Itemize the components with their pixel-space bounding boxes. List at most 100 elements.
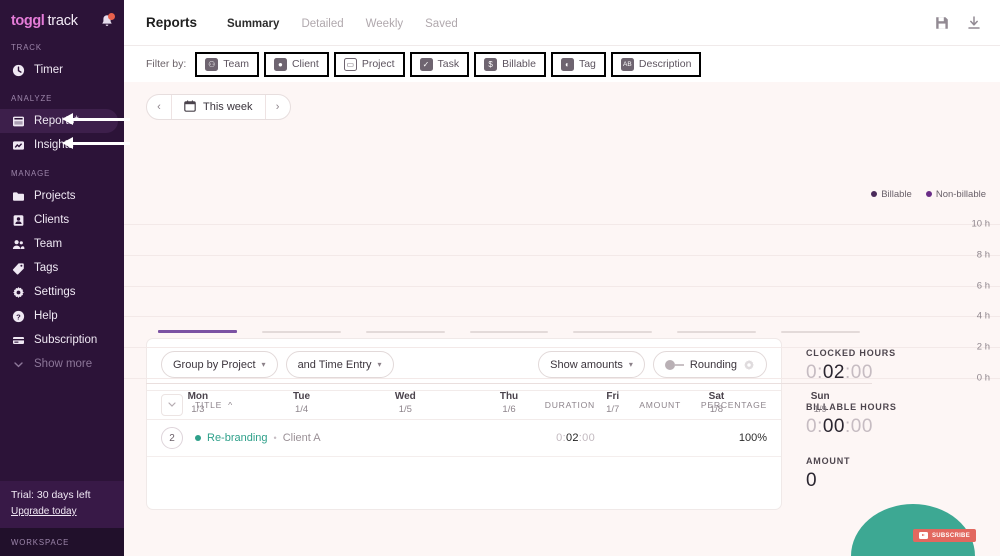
project-color-dot bbox=[195, 435, 201, 441]
sidebar-item-help[interactable]: ? Help bbox=[0, 304, 118, 328]
filter-task-button[interactable]: ✓ Task bbox=[409, 51, 470, 77]
tab-summary[interactable]: Summary bbox=[227, 18, 279, 30]
x-tick-date: 1/7 bbox=[606, 404, 620, 415]
sidebar-item-label: Show more bbox=[34, 358, 93, 370]
filter-description-button[interactable]: AB Description bbox=[610, 51, 702, 77]
gear-icon[interactable] bbox=[743, 359, 755, 371]
filter-label-description: Description bbox=[638, 58, 692, 70]
sidebar-item-clients[interactable]: Clients bbox=[0, 208, 118, 232]
x-axis-tick: Tue 1/4 bbox=[250, 384, 354, 425]
logo-track: track bbox=[47, 13, 78, 29]
sidebar-item-label: Clients bbox=[34, 214, 70, 226]
question-icon: ? bbox=[11, 309, 25, 323]
sidebar-item-projects[interactable]: Projects bbox=[0, 184, 118, 208]
filter-billable-button[interactable]: $ Billable bbox=[474, 51, 546, 77]
chart-bar[interactable] bbox=[262, 331, 341, 333]
sidebar-item-timer[interactable]: Timer bbox=[0, 58, 118, 82]
report-icon bbox=[11, 114, 25, 128]
chart-gridline bbox=[124, 378, 1000, 379]
chart-bar-cell[interactable] bbox=[146, 173, 250, 333]
chevron-down-icon bbox=[11, 357, 25, 371]
sidebar-item-label: Insights bbox=[34, 139, 74, 151]
logo-toggl: toggl bbox=[11, 13, 45, 29]
project-name[interactable]: Re-branding bbox=[207, 432, 268, 444]
entry-count-badge: 2 bbox=[161, 427, 183, 449]
tab-weekly[interactable]: Weekly bbox=[366, 18, 404, 30]
nav-section-analyze: ANALYZE Reports* Insights bbox=[0, 94, 124, 157]
filter-label-billable: Billable bbox=[502, 58, 536, 70]
filter-project-button[interactable]: ▭ Project bbox=[333, 51, 405, 77]
y-axis-tick: 2 h bbox=[976, 341, 990, 353]
sidebar-item-settings[interactable]: Settings bbox=[0, 280, 118, 304]
chart-bar[interactable] bbox=[365, 331, 445, 333]
sidebar-item-label: Subscription bbox=[34, 334, 98, 346]
page-title: Reports bbox=[146, 15, 198, 30]
y-axis-tick: 6 h bbox=[976, 280, 990, 292]
filter-label-project: Project bbox=[361, 58, 395, 70]
filter-label-team: Team bbox=[223, 58, 249, 70]
tab-detailed[interactable]: Detailed bbox=[301, 18, 343, 30]
chart-bar[interactable] bbox=[158, 330, 238, 333]
chart-bar-cell[interactable] bbox=[457, 173, 561, 333]
chart-bar-cell[interactable] bbox=[665, 173, 769, 333]
sidebar-item-tags[interactable]: Tags bbox=[0, 256, 118, 280]
filter-label-client: Client bbox=[291, 58, 319, 70]
x-tick-day: Wed bbox=[394, 391, 416, 402]
youtube-subscribe-button[interactable]: SUBSCRIBE bbox=[912, 529, 976, 542]
next-period-button[interactable]: › bbox=[266, 95, 290, 119]
y-axis-tick: 8 h bbox=[976, 249, 990, 261]
sidebar-item-label: Projects bbox=[34, 190, 76, 202]
filter-team-button[interactable]: ⚇ Team bbox=[195, 51, 259, 77]
date-range-row: ‹ This week › bbox=[124, 82, 1000, 120]
save-icon[interactable] bbox=[934, 15, 950, 31]
x-tick-date: 1/6 bbox=[502, 404, 516, 415]
bell-icon[interactable] bbox=[100, 12, 115, 29]
sidebar-item-insights[interactable]: Insights bbox=[0, 133, 118, 157]
toggl-logo[interactable]: toggl track bbox=[11, 13, 78, 29]
sidebar-item-label: Tags bbox=[34, 262, 59, 274]
download-icon[interactable] bbox=[966, 15, 982, 31]
chart-bar[interactable] bbox=[469, 331, 549, 333]
x-tick-day: Sat bbox=[708, 391, 725, 402]
tag-icon: ◐ bbox=[560, 57, 574, 71]
legend-item-billable: Billable bbox=[871, 189, 912, 200]
x-axis-tick: Sun 1/9 bbox=[768, 384, 872, 425]
chart-bar-cell[interactable] bbox=[561, 173, 665, 333]
y-axis-tick: 0 h bbox=[976, 372, 990, 384]
sidebar-header: toggl track bbox=[0, 0, 124, 29]
tab-saved[interactable]: Saved bbox=[425, 18, 458, 30]
chart-bar[interactable] bbox=[573, 331, 653, 333]
chart-legend: Billable Non-billable bbox=[871, 189, 986, 200]
workspace-footer[interactable]: WORKSPACE bbox=[0, 528, 124, 556]
billable-icon: $ bbox=[484, 57, 498, 71]
folder-icon bbox=[11, 189, 25, 203]
subscribe-label: SUBSCRIBE bbox=[931, 532, 970, 539]
trial-text: Trial: 30 days left bbox=[11, 489, 91, 501]
sidebar-item-team[interactable]: Team bbox=[0, 232, 118, 256]
filter-client-button[interactable]: ● Client bbox=[263, 51, 329, 77]
x-tick-date: 1/9 bbox=[813, 404, 827, 415]
chart-bar-cell[interactable] bbox=[250, 173, 354, 333]
x-tick-day: Fri bbox=[606, 391, 620, 402]
chart-bar-cell[interactable] bbox=[353, 173, 457, 333]
x-axis-tick: Fri 1/7 bbox=[561, 384, 665, 425]
sidebar-item-show-more[interactable]: Show more bbox=[0, 352, 118, 376]
sidebar-item-subscription[interactable]: Subscription bbox=[0, 328, 118, 352]
app-root: toggl track TRACK Timer ANALYZE Reports*… bbox=[0, 0, 1000, 556]
x-tick-day: Mon bbox=[187, 391, 209, 402]
prev-period-button[interactable]: ‹ bbox=[147, 95, 171, 119]
x-tick-date: 1/8 bbox=[709, 404, 724, 415]
table-row[interactable]: 2 Re-branding • Client A 0:02:00 100% bbox=[147, 420, 781, 457]
x-tick-date: 1/5 bbox=[398, 404, 412, 415]
filter-tag-button[interactable]: ◐ Tag bbox=[550, 51, 606, 77]
sidebar-item-label: Team bbox=[34, 238, 63, 250]
chart-bar[interactable] bbox=[677, 331, 756, 333]
section-label-manage: MANAGE bbox=[11, 169, 51, 178]
gear-icon bbox=[11, 285, 25, 299]
sidebar-item-reports[interactable]: Reports* bbox=[0, 109, 118, 133]
chart-bar[interactable] bbox=[780, 331, 860, 333]
date-range-value-button[interactable]: This week bbox=[171, 95, 266, 119]
chart-bar-cell[interactable] bbox=[768, 173, 872, 333]
upgrade-link[interactable]: Upgrade today bbox=[11, 506, 77, 517]
team-icon: ⚇ bbox=[205, 57, 219, 71]
